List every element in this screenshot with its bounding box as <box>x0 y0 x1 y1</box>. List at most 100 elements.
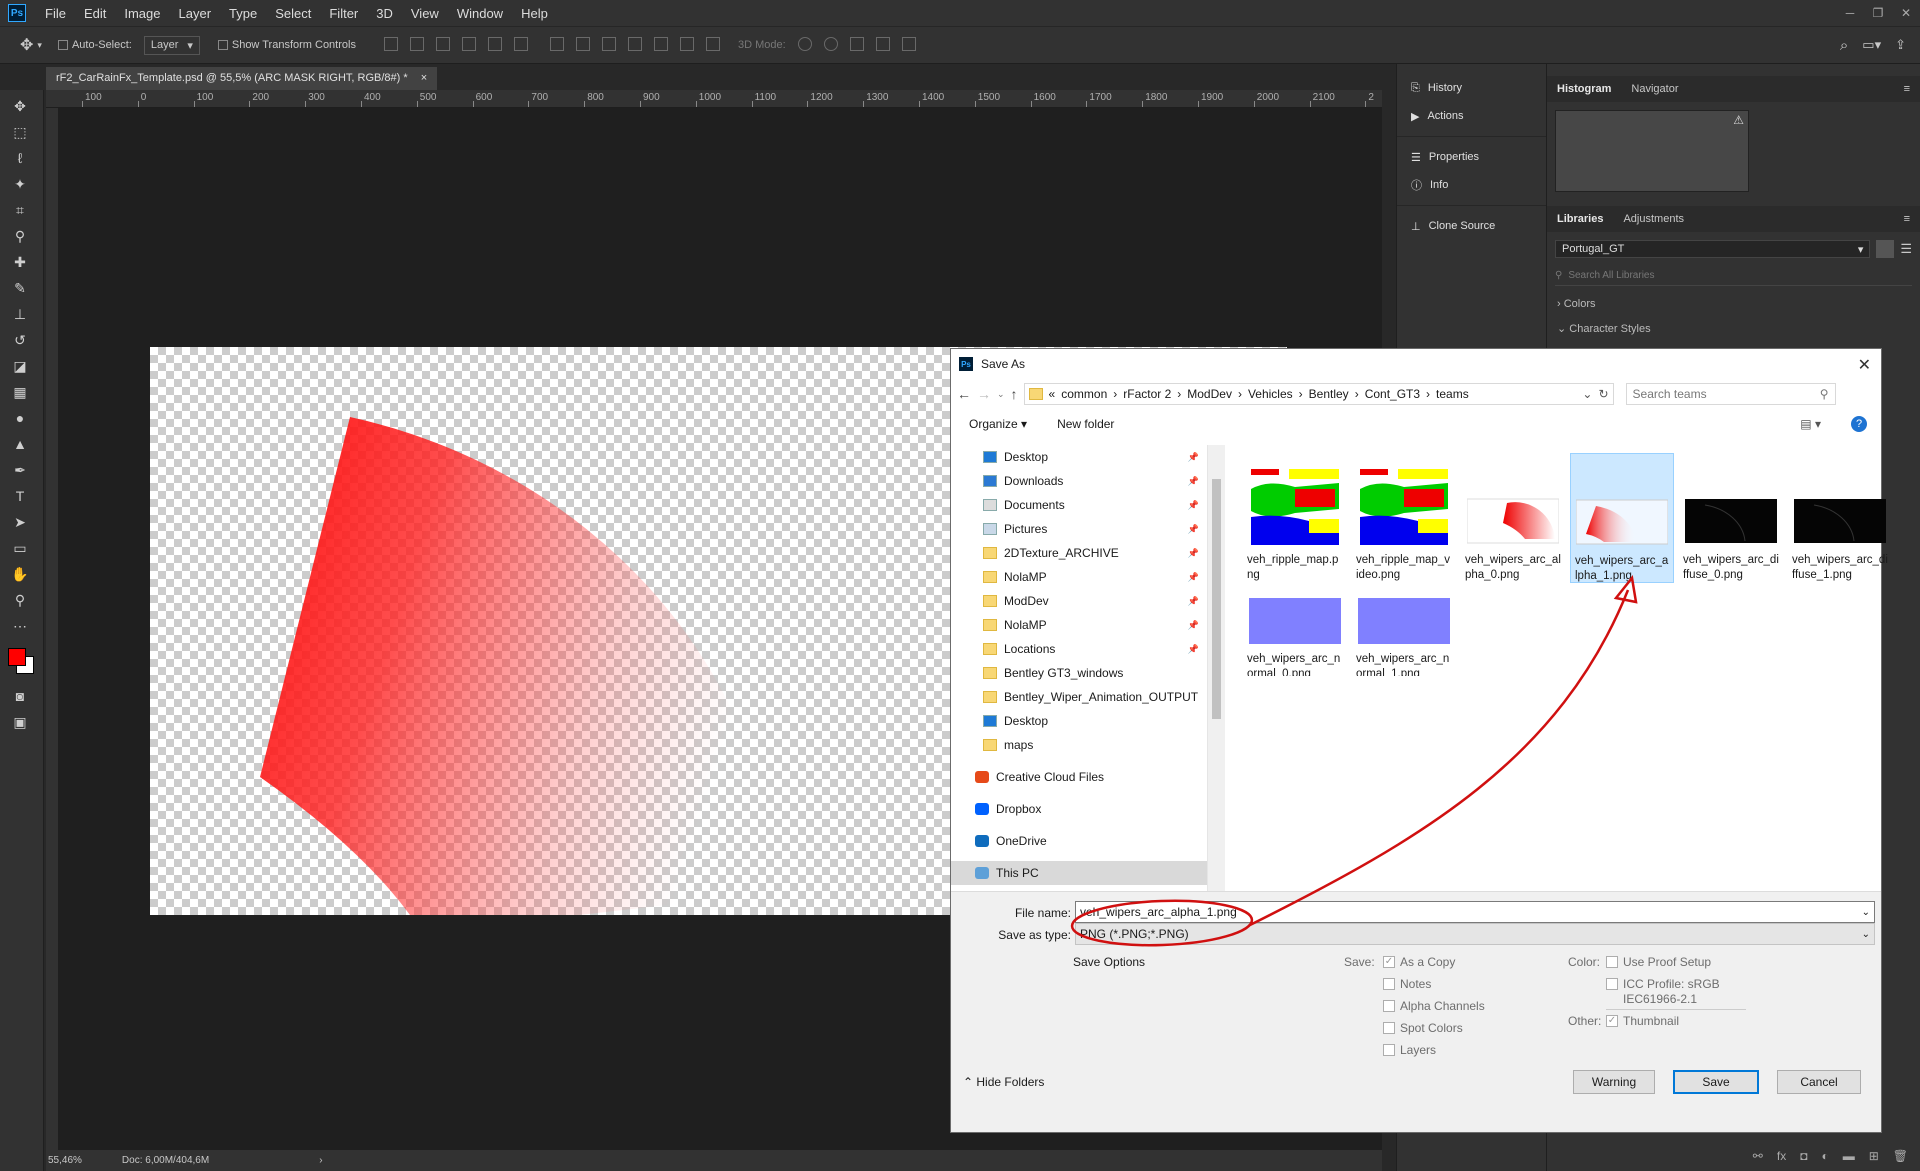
nav-item[interactable]: 2DTexture_ARCHIVE 📌 <box>951 541 1207 565</box>
marquee-tool-icon[interactable]: ⬚ <box>8 122 32 142</box>
menu-filter[interactable]: Filter <box>320 6 367 21</box>
panel-history[interactable]: ⎘ History <box>1397 74 1546 102</box>
nav-item[interactable]: Downloads 📌 <box>951 469 1207 493</box>
nav-root-item[interactable]: Dropbox <box>951 797 1207 821</box>
distribute-icons[interactable] <box>544 36 726 54</box>
gradient-tool-icon[interactable]: ▦ <box>8 382 32 402</box>
library-select[interactable]: Portugal_GT ▾ <box>1555 240 1871 258</box>
nav-item[interactable]: Desktop <box>951 709 1207 733</box>
chevron-down-icon[interactable]: ▾ <box>37 40 42 51</box>
menu-layer[interactable]: Layer <box>170 6 221 21</box>
eyedropper-icon[interactable]: ⚲ <box>8 226 32 246</box>
crop-tool-icon[interactable]: ⌗ <box>8 200 32 220</box>
breadcrumb-common[interactable]: common <box>1061 387 1107 401</box>
breadcrumb-moddev[interactable]: ModDev <box>1187 387 1232 401</box>
organize-button[interactable]: Organize ▾ <box>969 417 1027 431</box>
breadcrumb-bentley[interactable]: Bentley <box>1309 387 1349 401</box>
section-character-styles[interactable]: ⌄ Character Styles <box>1557 322 1920 335</box>
file-item[interactable]: veh_wipers_arc_diffuse_0.png <box>1679 453 1783 583</box>
panel-actions[interactable]: ▶ Actions <box>1397 102 1546 130</box>
tab-histogram[interactable]: Histogram <box>1547 83 1621 95</box>
new-folder-button[interactable]: New folder <box>1057 417 1114 431</box>
close-icon[interactable]: ✕ <box>1858 355 1871 375</box>
grid-view-icon[interactable] <box>1876 240 1895 258</box>
file-item[interactable]: veh_wipers_arc_diffuse_1.png <box>1788 453 1892 583</box>
breadcrumb-vehicles[interactable]: Vehicles <box>1248 387 1293 401</box>
hand-tool-icon[interactable]: ✋ <box>8 564 32 584</box>
thumbnail-checkbox[interactable]: ✓ Thumbnail <box>1606 1014 1679 1028</box>
move-tool-icon[interactable]: ✥ <box>20 35 33 55</box>
chevron-down-icon[interactable]: ⌄ <box>1582 387 1592 401</box>
3d-mode-icons[interactable] <box>792 36 922 54</box>
hide-folders-button[interactable]: ⌃ Hide Folders <box>963 1075 1044 1089</box>
file-item[interactable]: veh_ripple_map.png <box>1243 453 1347 583</box>
minimize-icon[interactable]: ─ <box>1836 6 1864 20</box>
search-icon[interactable]: ⌕ <box>1840 37 1848 54</box>
save-option-checkbox[interactable]: Alpha Channels <box>1383 999 1485 1013</box>
back-arrow-icon[interactable]: ← <box>957 386 971 402</box>
brush-tool-icon[interactable]: ✎ <box>8 278 32 298</box>
up-arrow-icon[interactable]: ↑ <box>1011 386 1018 402</box>
file-item[interactable]: veh_wipers_arc_alpha_1.png <box>1570 453 1674 583</box>
panel-clone-source[interactable]: ⊥ Clone Source <box>1397 212 1546 240</box>
view-options-icon[interactable]: ▤ ▾ <box>1800 417 1821 431</box>
foreground-color-swatch[interactable] <box>8 648 26 666</box>
save-option-checkbox[interactable]: Notes <box>1383 977 1431 991</box>
save-option-checkbox[interactable]: Spot Colors <box>1383 1021 1463 1035</box>
tab-adjustments[interactable]: Adjustments <box>1613 213 1694 225</box>
dodge-tool-icon[interactable]: ▲ <box>8 434 32 454</box>
panel-info[interactable]: ⓘ Info <box>1397 171 1546 199</box>
move-tool-icon[interactable]: ✥ <box>8 96 32 116</box>
menu-image[interactable]: Image <box>115 6 169 21</box>
cancel-button[interactable]: Cancel <box>1777 1070 1861 1094</box>
menu-file[interactable]: File <box>36 6 75 21</box>
breadcrumb-overflow[interactable]: « <box>1049 387 1056 401</box>
forward-arrow-icon[interactable]: → <box>977 386 991 402</box>
menu-select[interactable]: Select <box>266 6 320 21</box>
icc-profile-checkbox[interactable]: ICC Profile: sRGB <box>1606 977 1720 991</box>
blur-tool-icon[interactable]: ● <box>8 408 32 428</box>
auto-select-checkbox[interactable] <box>57 39 72 51</box>
nav-item[interactable]: maps <box>951 733 1207 757</box>
nav-item[interactable]: ModDev 📌 <box>951 589 1207 613</box>
close-tab-icon[interactable]: × <box>421 72 427 84</box>
menu-view[interactable]: View <box>402 6 448 21</box>
path-select-icon[interactable]: ➤ <box>8 512 32 532</box>
nav-root-item[interactable]: OneDrive <box>951 829 1207 853</box>
rectangle-tool-icon[interactable]: ▭ <box>8 538 32 558</box>
panel-properties[interactable]: ☰ Properties <box>1397 143 1546 171</box>
warning-button[interactable]: Warning <box>1573 1070 1655 1094</box>
nav-root-item[interactable]: Creative Cloud Files <box>951 765 1207 789</box>
lasso-tool-icon[interactable]: ℓ <box>8 148 32 168</box>
doc-info[interactable]: Doc: 6,00M/404,6M <box>122 1155 209 1166</box>
pen-tool-icon[interactable]: ✒ <box>8 460 32 480</box>
restore-icon[interactable]: ❐ <box>1864 6 1892 20</box>
zoom-tool-icon[interactable]: ⚲ <box>8 590 32 610</box>
file-name-input[interactable]: veh_wipers_arc_alpha_1.png ⌄ <box>1075 901 1875 923</box>
menu-help[interactable]: Help <box>512 6 557 21</box>
nav-item[interactable]: NolaMP 📌 <box>951 613 1207 637</box>
save-type-select[interactable]: PNG (*.PNG;*.PNG) ⌄ <box>1075 923 1875 945</box>
breadcrumb-teams[interactable]: teams <box>1436 387 1469 401</box>
save-button[interactable]: Save <box>1673 1070 1759 1094</box>
use-proof-checkbox[interactable]: Use Proof Setup <box>1606 955 1711 969</box>
tab-libraries[interactable]: Libraries <box>1547 213 1613 225</box>
panel-menu-icon[interactable]: ≡ <box>1894 83 1920 95</box>
breadcrumb-rfactor2[interactable]: rFactor 2 <box>1123 387 1171 401</box>
screen-mode-icon[interactable]: ▣ <box>8 712 32 732</box>
chevron-right-icon[interactable]: › <box>319 1155 322 1166</box>
nav-item[interactable]: Bentley GT3_windows <box>951 661 1207 685</box>
nav-root-item[interactable]: This PC <box>951 861 1207 885</box>
quick-mask-icon[interactable]: ◙ <box>8 686 32 706</box>
nav-item[interactable]: Desktop 📌 <box>951 445 1207 469</box>
tab-navigator[interactable]: Navigator <box>1621 83 1688 95</box>
menu-window[interactable]: Window <box>448 6 512 21</box>
clone-stamp-icon[interactable]: ⊥ <box>8 304 32 324</box>
help-icon[interactable]: ? <box>1851 416 1867 432</box>
workspace-icon[interactable]: ▭▾ <box>1862 37 1881 53</box>
align-icons[interactable] <box>378 36 534 54</box>
more-tools-icon[interactable]: ⋯ <box>8 616 32 636</box>
layer-select[interactable]: Layer ▾ <box>143 35 200 55</box>
magic-wand-icon[interactable]: ✦ <box>8 174 32 194</box>
search-input[interactable]: Search teams ⚲ <box>1625 383 1836 405</box>
